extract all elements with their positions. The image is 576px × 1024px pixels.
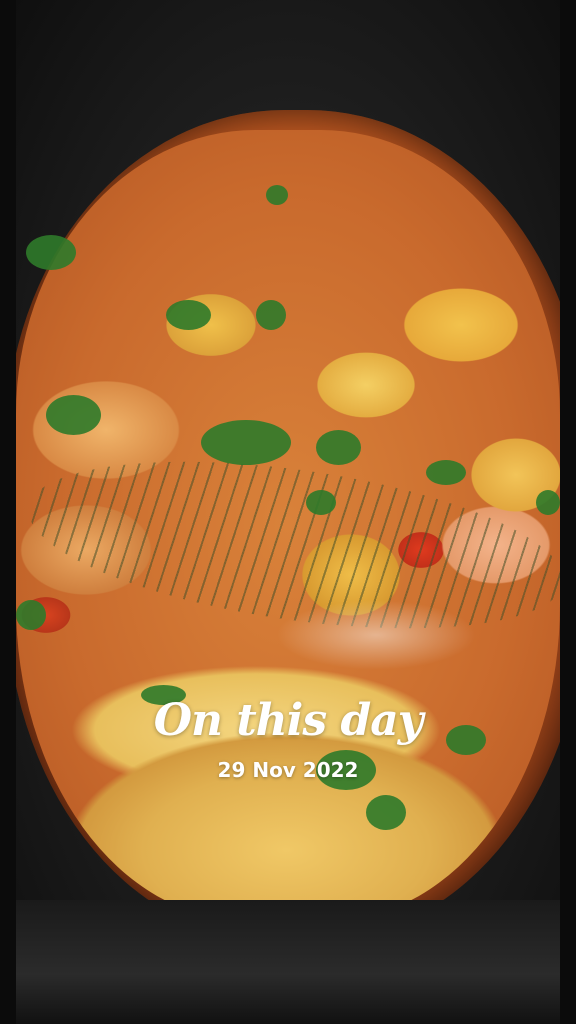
- pot-bottom-rim: [16, 900, 560, 1024]
- broth-highlight: [276, 600, 476, 670]
- parsley-leaf: [166, 300, 211, 330]
- memory-photo[interactable]: [16, 0, 560, 1024]
- memory-title: On this day: [153, 695, 424, 746]
- memory-screen: On this day 29 Nov 2022: [0, 0, 576, 1024]
- memory-date: 29 Nov 2022: [217, 758, 359, 782]
- parsley-leaf: [16, 600, 46, 630]
- parsley-leaf: [46, 395, 101, 435]
- parsley-leaf: [26, 235, 76, 270]
- parsley-leaf: [306, 490, 336, 515]
- parsley-leaf: [256, 300, 286, 330]
- parsley-leaf: [316, 430, 361, 465]
- parsley-leaf: [366, 795, 406, 830]
- parsley-leaf: [201, 420, 291, 465]
- parsley-leaf: [536, 490, 560, 515]
- parsley-leaf: [266, 185, 288, 205]
- parsley-leaf: [426, 460, 466, 485]
